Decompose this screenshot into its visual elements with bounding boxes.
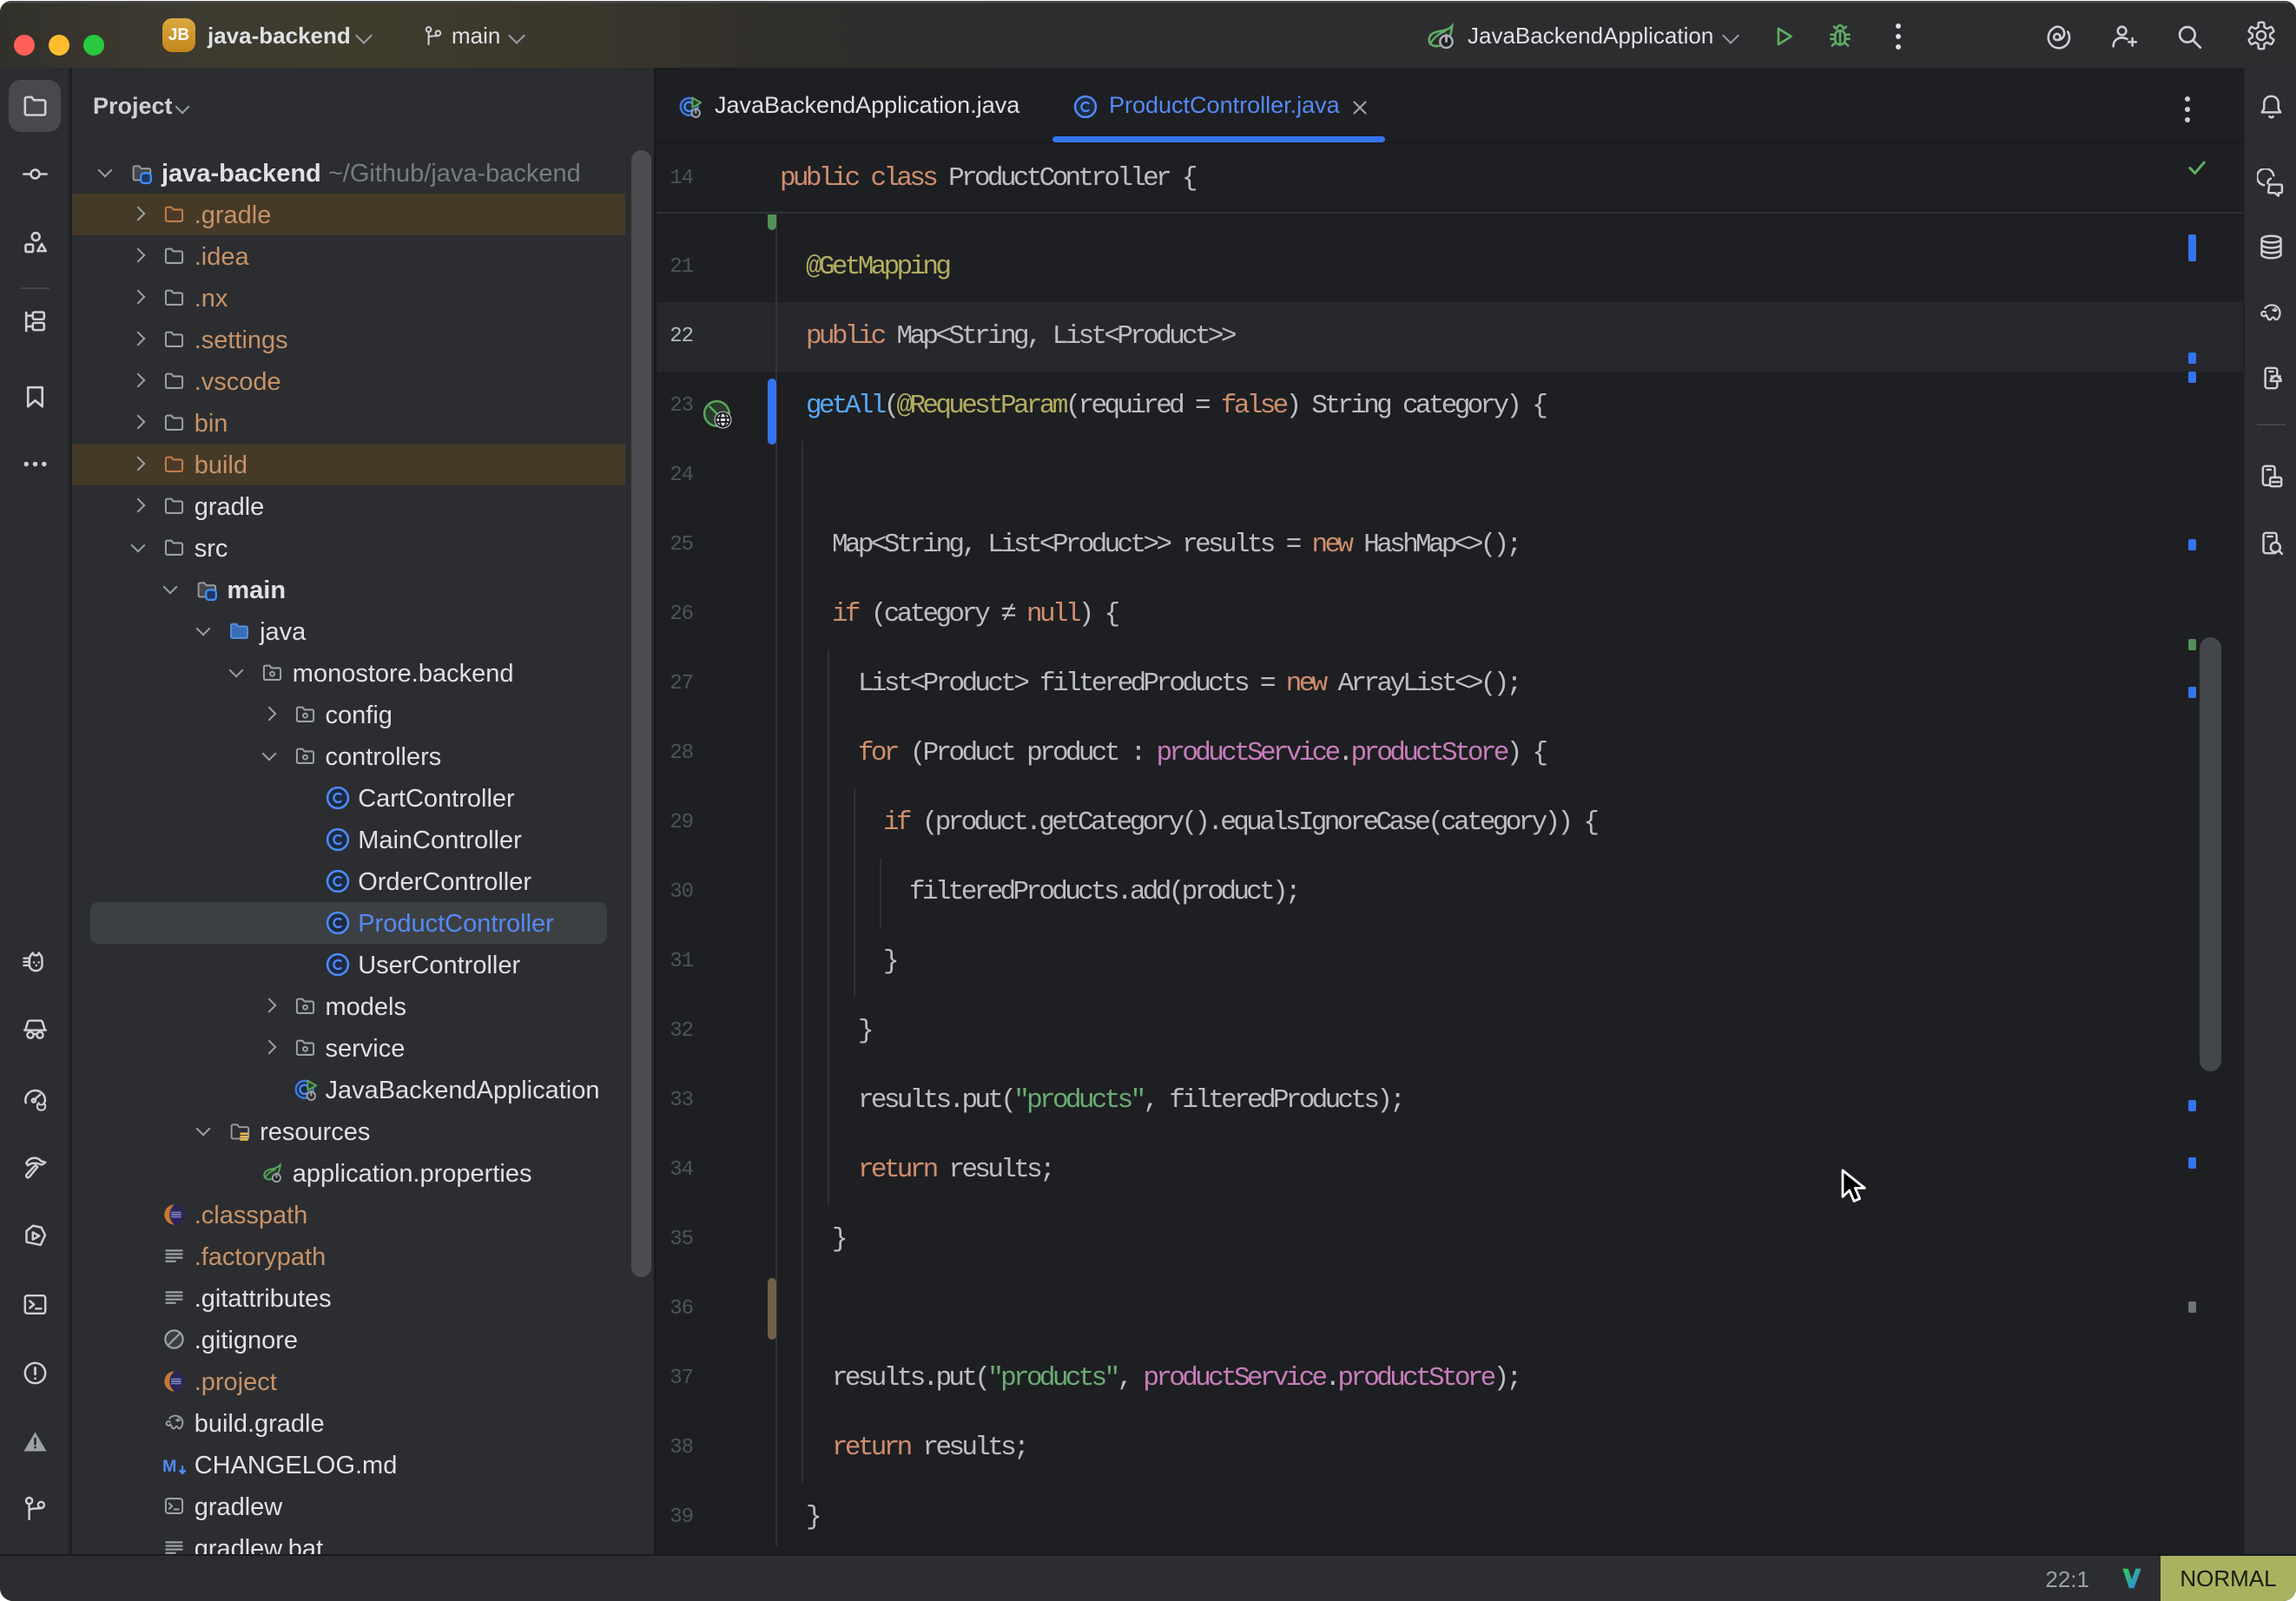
svg-text:M: M [162,1457,176,1476]
